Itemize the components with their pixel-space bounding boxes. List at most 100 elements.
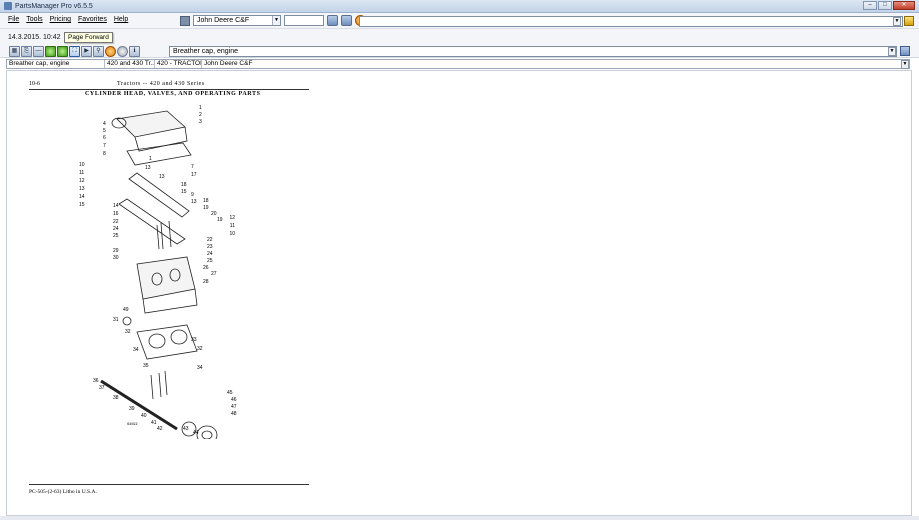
callout-label: 15	[79, 202, 85, 208]
breadcrumb-part[interactable]: Breather cap, engine	[7, 60, 105, 68]
menu-help[interactable]: Help	[114, 16, 128, 23]
breadcrumb-dropdown-icon[interactable]: ▼	[901, 60, 909, 69]
find-button[interactable]	[341, 15, 352, 26]
callout-label: 7	[191, 164, 194, 170]
catalog-search-input[interactable]	[284, 15, 324, 26]
gear-icon[interactable]	[117, 46, 128, 57]
part-selector[interactable]: Breather cap, engine	[169, 46, 897, 57]
tooltip: Page Forward	[64, 32, 113, 43]
callout-label: 43	[183, 426, 189, 432]
page-series: Tractors -- 420 and 430 Series	[117, 81, 205, 87]
callout-label: 10	[229, 231, 235, 237]
breadcrumb-series[interactable]: 420 and 430 Tr...	[105, 60, 155, 68]
app-icon	[4, 2, 12, 10]
callout-label: 29	[113, 248, 119, 254]
breadcrumb-model[interactable]: 420 - TRACTOR	[155, 60, 202, 68]
breadcrumb-catalog[interactable]: John Deere C&F	[202, 60, 892, 68]
forward-arrow-icon[interactable]	[57, 46, 68, 57]
callout-label: 11	[230, 223, 235, 229]
window-title: PartsManager Pro v6.5.5	[15, 2, 93, 10]
callout-label: 2	[199, 112, 202, 118]
callout-label: 27	[211, 271, 217, 277]
catalog-select[interactable]: John Deere C&F ▼	[193, 15, 281, 26]
callout-label: 22	[207, 237, 213, 243]
footer-rule	[29, 484, 309, 485]
callout-label: 31	[113, 317, 119, 323]
catalog-bar: John Deere C&F ▼	[180, 15, 366, 26]
bookmark-button[interactable]	[900, 46, 910, 56]
global-search-dropdown-icon[interactable]: ▼	[893, 17, 901, 26]
zoom-icon[interactable]: ⚲	[93, 46, 104, 57]
datetime-label: 14.3.2015. 10:42	[8, 34, 61, 41]
menu-file[interactable]: File	[8, 16, 19, 23]
callout-label: 1	[149, 156, 152, 162]
callout-label: 49	[123, 307, 129, 313]
catalog-select-value: John Deere C&F	[197, 17, 250, 24]
callout-label: 25	[113, 233, 119, 239]
chevron-down-icon[interactable]: ▼	[272, 16, 280, 25]
callout-label: 19	[217, 217, 223, 223]
page-footer: PC-505-(2-63) Litho in U.S.A.	[29, 489, 97, 495]
part-selector-value: Breather cap, engine	[173, 48, 238, 55]
callout-label: 17	[191, 172, 197, 178]
callout-label: 11	[79, 170, 84, 176]
back-arrow-icon[interactable]	[45, 46, 56, 57]
callout-label: 18	[181, 182, 187, 188]
close-button[interactable]: ✕	[893, 1, 915, 10]
callout-label: 33	[191, 337, 197, 343]
callout-label: 15	[181, 189, 187, 195]
callout-label: 38	[113, 395, 119, 401]
menu-favorites[interactable]: Favorites	[78, 16, 107, 23]
page-nav-button[interactable]: ▶	[81, 46, 92, 57]
figure-number: 64611	[127, 421, 138, 426]
callout-label: 44	[193, 430, 199, 436]
breadcrumb: Breather cap, engine 420 and 430 Tr... 4…	[6, 59, 910, 69]
minus-button[interactable]: —	[33, 46, 44, 57]
callout-label: 47	[231, 404, 237, 410]
status-bar	[0, 516, 919, 520]
callout-label: 39	[129, 406, 135, 412]
callout-label: 18	[203, 198, 209, 204]
cart-button[interactable]	[904, 16, 914, 26]
callout-label: 32	[197, 346, 203, 352]
callout-label: 34	[133, 347, 139, 353]
callout-label: 24	[207, 251, 213, 257]
menu-pricing[interactable]: Pricing	[50, 16, 71, 23]
callout-label: 1	[199, 105, 202, 111]
menu-tools[interactable]: Tools	[26, 16, 42, 23]
callout-label: 26	[203, 265, 209, 271]
global-search-input[interactable]	[359, 16, 903, 27]
callout-label: 9	[191, 192, 194, 198]
menu-list: File Tools Pricing Favorites Help	[8, 16, 128, 23]
part-selector-dropdown-icon[interactable]: ▼	[888, 47, 896, 56]
callout-label: 14	[113, 203, 119, 209]
shop-icon[interactable]	[105, 46, 116, 57]
callout-label: 13	[145, 165, 151, 171]
callout-label: 24	[113, 226, 119, 232]
callout-label: 7	[103, 143, 106, 149]
catalog-icon-button[interactable]: ▦	[9, 46, 20, 57]
callout-label: 48	[231, 411, 237, 417]
page-number: 10-6	[29, 81, 40, 87]
callout-label: 40	[141, 413, 147, 419]
page-forward-button[interactable]: ⛶	[69, 46, 80, 57]
callout-label: 20	[211, 211, 217, 217]
catalog-icon	[180, 15, 190, 26]
print-button[interactable]: ⎘	[21, 46, 32, 57]
minimize-button[interactable]: –	[863, 1, 877, 10]
maximize-button[interactable]: □	[878, 1, 892, 10]
callout-label: 10	[79, 162, 85, 168]
callout-label: 42	[157, 426, 163, 432]
callout-label: 12	[79, 178, 85, 184]
search-button[interactable]	[327, 15, 338, 26]
tool-buttons: ▦ ⎘ — ⛶ ▶ ⚲ ℹ	[9, 46, 140, 57]
callout-label: 22	[113, 219, 119, 225]
window-controls: – □ ✕	[863, 1, 915, 10]
section-title: CYLINDER HEAD, VALVES, AND OPERATING PAR…	[85, 91, 261, 97]
callout-label: 6	[103, 135, 106, 141]
callout-label: 28	[203, 279, 209, 285]
info-icon[interactable]: ℹ	[129, 46, 140, 57]
callout-label: 3	[199, 119, 202, 125]
parts-page-viewer[interactable]: 10-6 Tractors -- 420 and 430 Series CYLI…	[6, 70, 912, 516]
callout-label: 19	[203, 205, 209, 211]
